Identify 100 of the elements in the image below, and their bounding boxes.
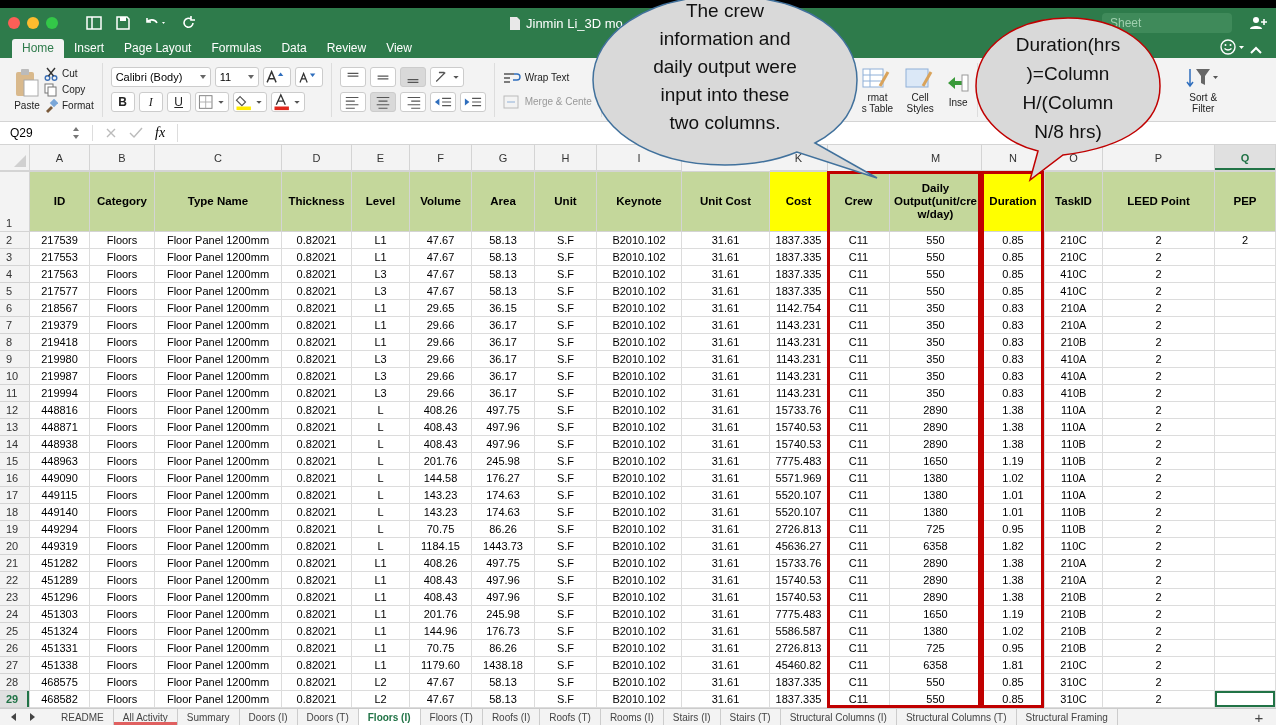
row-header[interactable]: 25 [0,623,30,640]
row-header[interactable]: 14 [0,436,30,453]
row-header[interactable]: 2 [0,232,30,249]
row-header[interactable]: 20 [0,538,30,555]
ribbon-tab[interactable]: Formulas [201,39,272,58]
format-as-table-button[interactable]: rmat s Table [861,65,894,114]
save-icon[interactable] [116,16,130,30]
row-header[interactable]: 22 [0,572,30,589]
column-header[interactable]: Q [1240,151,1250,164]
ribbon-tab[interactable]: Insert [64,39,115,58]
format-painter-button[interactable]: Format [44,98,94,113]
decrease-indent-icon[interactable] [429,92,456,112]
sort-filter-button[interactable]: Sort & Filter [1186,65,1221,114]
row-header[interactable]: 11 [0,385,30,402]
search-field[interactable]: Sheet [1102,13,1232,33]
ribbon-tab[interactable]: Page Layout [114,39,202,58]
sheet-tab[interactable]: Summary [177,709,240,725]
ribbon-tab[interactable]: View [376,39,422,58]
column-header[interactable]: H [561,151,570,164]
row-header[interactable]: 1 [0,172,30,232]
bold-button[interactable]: B [110,92,135,112]
row-header[interactable]: 10 [0,368,30,385]
column-header[interactable]: B [118,151,126,164]
cut-button[interactable]: Cut [44,66,94,81]
font-name-dropdown[interactable]: Calibri (Body) [110,67,211,87]
checkmark-icon[interactable] [129,127,143,139]
column-header[interactable]: G [498,151,508,164]
underline-button[interactable]: U [166,92,191,112]
column-header[interactable]: C [214,151,222,164]
row-header[interactable]: 7 [0,317,30,334]
row-header[interactable]: 27 [0,657,30,674]
copy-button[interactable]: Copy [44,82,94,97]
align-right-icon[interactable] [399,92,426,112]
align-top-icon[interactable] [339,67,366,87]
column-header[interactable]: P [1154,151,1163,164]
sheet-tab[interactable]: README [52,709,114,725]
smiley-icon[interactable] [1220,39,1246,55]
row-header[interactable]: 9 [0,351,30,368]
borders-icon[interactable] [194,92,229,112]
font-color-icon[interactable] [270,92,305,112]
row-header[interactable]: 28 [0,674,30,691]
insert-button[interactable]: Inse [947,71,970,108]
column-header[interactable]: D [312,151,321,164]
align-center-icon[interactable] [369,92,396,112]
row-header[interactable]: 4 [0,266,30,283]
sheet-tab[interactable]: Roofs (I) [482,709,541,725]
row-header[interactable]: 13 [0,419,30,436]
row-header[interactable]: 16 [0,470,30,487]
column-header[interactable]: E [376,151,385,164]
align-left-icon[interactable] [339,92,366,112]
row-header[interactable]: 26 [0,640,30,657]
row-header[interactable]: 3 [0,249,30,266]
sheet-tab[interactable]: Doors (I) [239,709,298,725]
column-header[interactable]: O [1069,151,1078,164]
sheet-tab[interactable]: Floors (T) [420,709,483,725]
collapse-ribbon-icon[interactable] [1250,45,1262,55]
minimize-window-button[interactable] [27,17,39,29]
ribbon-tab[interactable]: Data [271,39,317,58]
align-middle-icon[interactable] [369,67,396,87]
row-header[interactable]: 6 [0,300,30,317]
name-box[interactable]: Q29 [10,126,60,140]
sidebar-icon[interactable] [86,16,102,30]
add-sheet-button[interactable]: + [1242,708,1276,725]
row-header[interactable]: 5 [0,283,30,300]
column-header[interactable]: N [1009,151,1017,164]
row-header[interactable]: 12 [0,402,30,419]
row-header[interactable]: 8 [0,334,30,351]
fill-color-icon[interactable] [232,92,267,112]
sheet-tab[interactable]: Structural Framing [1016,709,1118,725]
paste-button[interactable]: Paste [14,68,40,111]
text-orientation-icon[interactable] [429,67,464,87]
row-header[interactable]: 24 [0,606,30,623]
sheet-tab[interactable]: Rooms (I) [600,709,664,725]
increase-indent-icon[interactable] [459,92,486,112]
ribbon-tab[interactable]: Review [316,39,377,58]
column-header[interactable]: I [637,151,641,164]
sheet-tab[interactable]: Roofs (T) [540,709,601,725]
row-header[interactable]: 21 [0,555,30,572]
font-size-dropdown[interactable]: 11 [214,67,259,87]
sheet-tab[interactable]: Structural Columns (T) [896,709,1017,725]
column-header[interactable]: K [794,151,803,164]
insert-function-button[interactable]: fx [155,125,166,141]
sheet-tab[interactable]: Floors (I) [358,709,421,725]
ribbon-tab[interactable]: Home [12,39,64,58]
sheet-tab[interactable]: Stairs (I) [663,709,721,725]
row-header[interactable]: 15 [0,453,30,470]
sheet-tab[interactable]: Stairs (T) [720,709,781,725]
wrap-text-button[interactable]: Wrap Text [502,70,570,85]
italic-button[interactable]: I [138,92,163,112]
row-header[interactable]: 29 [0,691,30,708]
align-bottom-icon[interactable] [399,67,426,87]
row-header[interactable]: 17 [0,487,30,504]
column-header[interactable]: F [437,151,444,164]
increase-font-size-icon[interactable] [262,67,291,87]
column-header[interactable]: M [930,151,941,164]
sheet-tab[interactable]: Structural Columns (I) [780,709,897,725]
row-header[interactable]: 23 [0,589,30,606]
redo-icon[interactable] [182,16,196,30]
row-header[interactable]: 19 [0,521,30,538]
row-header[interactable]: 18 [0,504,30,521]
